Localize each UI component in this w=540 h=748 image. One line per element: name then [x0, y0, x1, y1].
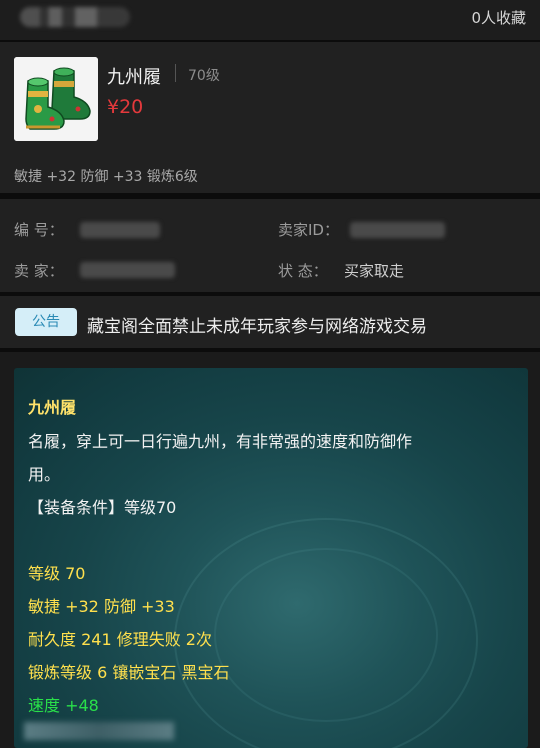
- seller-id-label: 卖家ID：: [278, 221, 339, 239]
- tooltip-bonus: 速度 +48: [28, 696, 99, 715]
- id-label: 编 号：: [14, 221, 64, 239]
- blurred-bottom-text: [24, 722, 174, 740]
- product-summary[interactable]: 九州履 70级 ¥20 敏捷 +32 防御 +33 锻炼6级: [0, 42, 540, 193]
- tooltip-level: 等级 70: [28, 564, 86, 583]
- tooltip-stats: 敏捷 +32 防御 +33: [28, 597, 175, 616]
- status-value: 买家取走: [344, 262, 405, 280]
- blurred-id-value: [80, 222, 160, 238]
- boots-item-image: [14, 57, 98, 141]
- tooltip-desc-line-1: 名履，穿上可一日行遍九州，有非常强的速度和防御作: [28, 432, 413, 451]
- seller-label: 卖 家：: [14, 262, 64, 280]
- tooltip-requirement: 【装备条件】等级70: [28, 498, 177, 517]
- tooltip-title: 九州履: [28, 398, 77, 417]
- item-tooltip-card: 九州履 名履，穿上可一日行遍九州，有非常强的速度和防御作 用。 【装备条件】等级…: [14, 368, 528, 748]
- notice-text: 藏宝阁全面禁止未成年玩家参与网络游戏交易: [87, 317, 427, 337]
- trade-info: 编 号： 卖家ID： 卖 家： 状 态： 买家取走: [0, 199, 540, 292]
- notice-bar[interactable]: 公告 藏宝阁全面禁止未成年玩家参与网络游戏交易: [0, 296, 540, 348]
- background-swirl: [214, 548, 438, 722]
- item-price: ¥20: [107, 96, 144, 118]
- blurred-seller-id-value: [350, 222, 445, 238]
- item-name: 九州履: [107, 67, 161, 88]
- item-tooltip-section: 九州履 名履，穿上可一日行遍九州，有非常强的速度和防御作 用。 【装备条件】等级…: [0, 352, 540, 748]
- top-bar: 0人收藏: [0, 0, 540, 40]
- status-label: 状 态：: [278, 262, 328, 280]
- tooltip-desc-line-2: 用。: [28, 465, 61, 484]
- blurred-username: [20, 7, 130, 27]
- title-separator: [175, 64, 176, 82]
- tooltip-forge: 锻炼等级 6 镶嵌宝石 黑宝石: [28, 663, 230, 682]
- favorites-count[interactable]: 0人收藏: [471, 7, 526, 28]
- boots-icon: [14, 57, 98, 141]
- item-stats-summary: 敏捷 +32 防御 +33 锻炼6级: [14, 169, 198, 185]
- tooltip-durability: 耐久度 241 修理失败 2次: [28, 630, 212, 649]
- blurred-seller-value: [80, 262, 175, 278]
- notice-badge: 公告: [15, 308, 77, 336]
- item-level: 70级: [188, 68, 220, 84]
